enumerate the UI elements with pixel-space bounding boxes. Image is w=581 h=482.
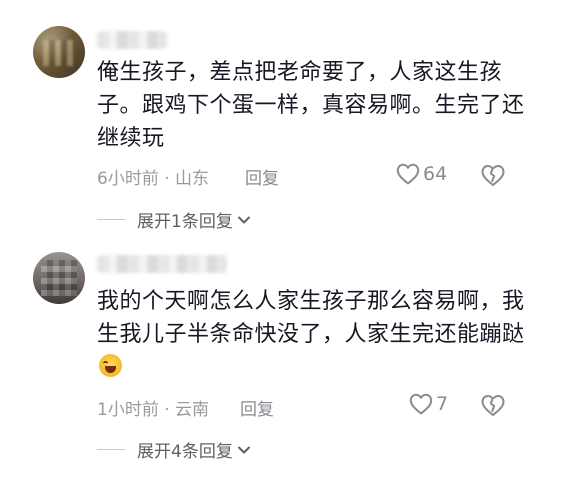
expand-replies-button[interactable]: 展开1条回复 xyxy=(97,207,251,232)
reply-button[interactable]: 回复 xyxy=(240,395,274,420)
chevron-down-icon xyxy=(237,216,250,223)
rofl-emoji-icon xyxy=(99,354,122,377)
username-blurred[interactable] xyxy=(97,31,167,49)
like-button[interactable]: 7 xyxy=(409,393,448,415)
like-count: 64 xyxy=(423,163,448,185)
username-blurred[interactable] xyxy=(97,255,227,273)
like-button[interactable]: 64 xyxy=(396,163,447,185)
divider-line xyxy=(97,449,125,450)
heart-outline-icon xyxy=(409,393,433,415)
avatar[interactable] xyxy=(33,252,85,304)
dislike-button[interactable] xyxy=(480,164,506,191)
comment-text-body: 我的个天啊怎么人家生孩子那么容易啊，我生我儿子半条命快没了，人家生完还能蹦跶 xyxy=(97,289,525,347)
like-count: 7 xyxy=(436,393,449,415)
chevron-down-icon xyxy=(237,446,250,453)
comment-list: 俺生孩子，差点把老命要了，人家这生孩子。跟鸡下个蛋一样，真容易啊。生完了还继续玩… xyxy=(0,0,581,482)
avatar[interactable] xyxy=(33,26,85,78)
expand-replies-label: 展开1条回复 xyxy=(137,212,233,232)
divider-line xyxy=(97,219,125,220)
broken-heart-icon xyxy=(481,395,505,416)
comment-text: 俺生孩子，差点把老命要了，人家这生孩子。跟鸡下个蛋一样，真容易啊。生完了还继续玩 xyxy=(97,60,525,151)
comment-meta: 6小时前 · 山东 xyxy=(97,169,210,189)
heart-outline-icon xyxy=(396,163,420,185)
comment-meta: 1小时前 · 云南 xyxy=(97,400,210,420)
expand-replies-button[interactable]: 展开4条回复 xyxy=(97,437,251,462)
reply-button[interactable]: 回复 xyxy=(245,164,279,189)
comment-text: 我的个天啊怎么人家生孩子那么容易啊，我生我儿子半条命快没了，人家生完还能蹦跶 xyxy=(97,285,537,384)
broken-heart-icon xyxy=(481,165,505,186)
expand-replies-label: 展开4条回复 xyxy=(137,442,233,462)
dislike-button[interactable] xyxy=(480,394,506,421)
